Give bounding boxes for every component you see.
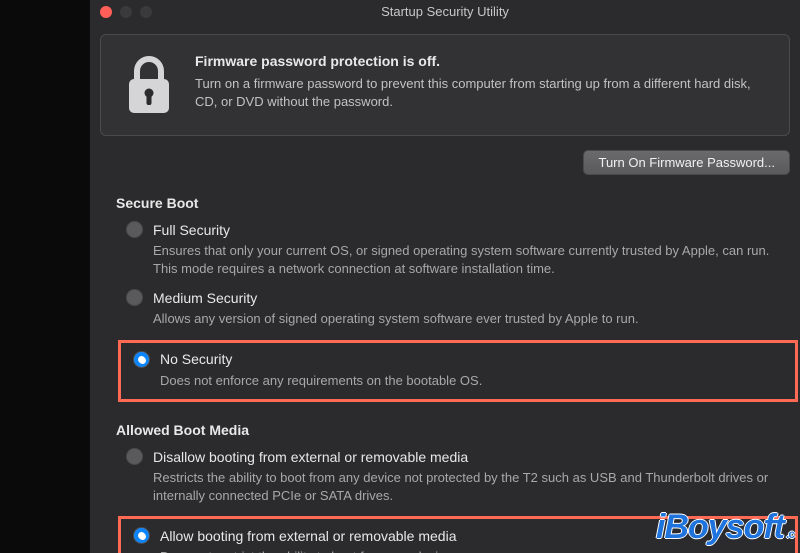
radio-row: Medium Security bbox=[126, 289, 770, 306]
radio-row: Disallow booting from external or remova… bbox=[126, 448, 770, 465]
titlebar: Startup Security Utility bbox=[90, 0, 800, 24]
secure-boot-option-none[interactable]: No Security Does not enforce any requirem… bbox=[118, 340, 798, 403]
radio-row: Full Security bbox=[126, 221, 770, 238]
secure-boot-option-full[interactable]: Full Security Ensures that only your curr… bbox=[126, 221, 790, 277]
radio-icon[interactable] bbox=[133, 351, 150, 368]
firmware-button-row: Turn On Firmware Password... bbox=[100, 150, 790, 175]
radio-label: Full Security bbox=[153, 222, 230, 238]
radio-label: Allow booting from external or removable… bbox=[160, 528, 456, 544]
close-icon[interactable] bbox=[100, 6, 112, 18]
watermark: iBoysoft.c bbox=[656, 508, 794, 547]
secure-boot-heading: Secure Boot bbox=[116, 195, 790, 211]
lock-icon bbox=[123, 55, 175, 117]
firmware-text: Firmware password protection is off. Tur… bbox=[195, 53, 767, 110]
boot-media-option-disallow[interactable]: Disallow booting from external or remova… bbox=[126, 448, 790, 504]
radio-icon[interactable] bbox=[126, 448, 143, 465]
firmware-body: Turn on a firmware password to prevent t… bbox=[195, 75, 767, 110]
radio-icon[interactable] bbox=[133, 527, 150, 544]
turn-on-firmware-password-button[interactable]: Turn On Firmware Password... bbox=[583, 150, 790, 175]
firmware-panel: Firmware password protection is off. Tur… bbox=[100, 34, 790, 136]
firmware-heading: Firmware password protection is off. bbox=[195, 53, 767, 69]
secure-boot-group: Full Security Ensures that only your curr… bbox=[100, 221, 790, 402]
window: Startup Security Utility Firmware passwo… bbox=[90, 0, 800, 553]
watermark-suffix: .c bbox=[786, 527, 794, 541]
secure-boot-option-medium[interactable]: Medium Security Allows any version of sig… bbox=[126, 289, 790, 328]
radio-label: Medium Security bbox=[153, 290, 257, 306]
radio-icon[interactable] bbox=[126, 289, 143, 306]
radio-description: Does not restrict the ability to boot fr… bbox=[160, 548, 783, 553]
watermark-brand: iBoysoft bbox=[656, 508, 784, 546]
content-area: Firmware password protection is off. Tur… bbox=[90, 24, 800, 553]
radio-label: Disallow booting from external or remova… bbox=[153, 449, 468, 465]
radio-description: Allows any version of signed operating s… bbox=[153, 310, 770, 328]
radio-description: Ensures that only your current OS, or si… bbox=[153, 242, 770, 277]
minimize-icon bbox=[120, 6, 132, 18]
allowed-boot-media-heading: Allowed Boot Media bbox=[116, 422, 790, 438]
radio-description: Restricts the ability to boot from any d… bbox=[153, 469, 770, 504]
radio-row: No Security bbox=[133, 351, 783, 368]
radio-label: No Security bbox=[160, 351, 232, 367]
zoom-icon bbox=[140, 6, 152, 18]
window-controls bbox=[100, 6, 152, 18]
window-title: Startup Security Utility bbox=[381, 4, 509, 19]
radio-description: Does not enforce any requirements on the… bbox=[160, 372, 783, 390]
radio-icon[interactable] bbox=[126, 221, 143, 238]
